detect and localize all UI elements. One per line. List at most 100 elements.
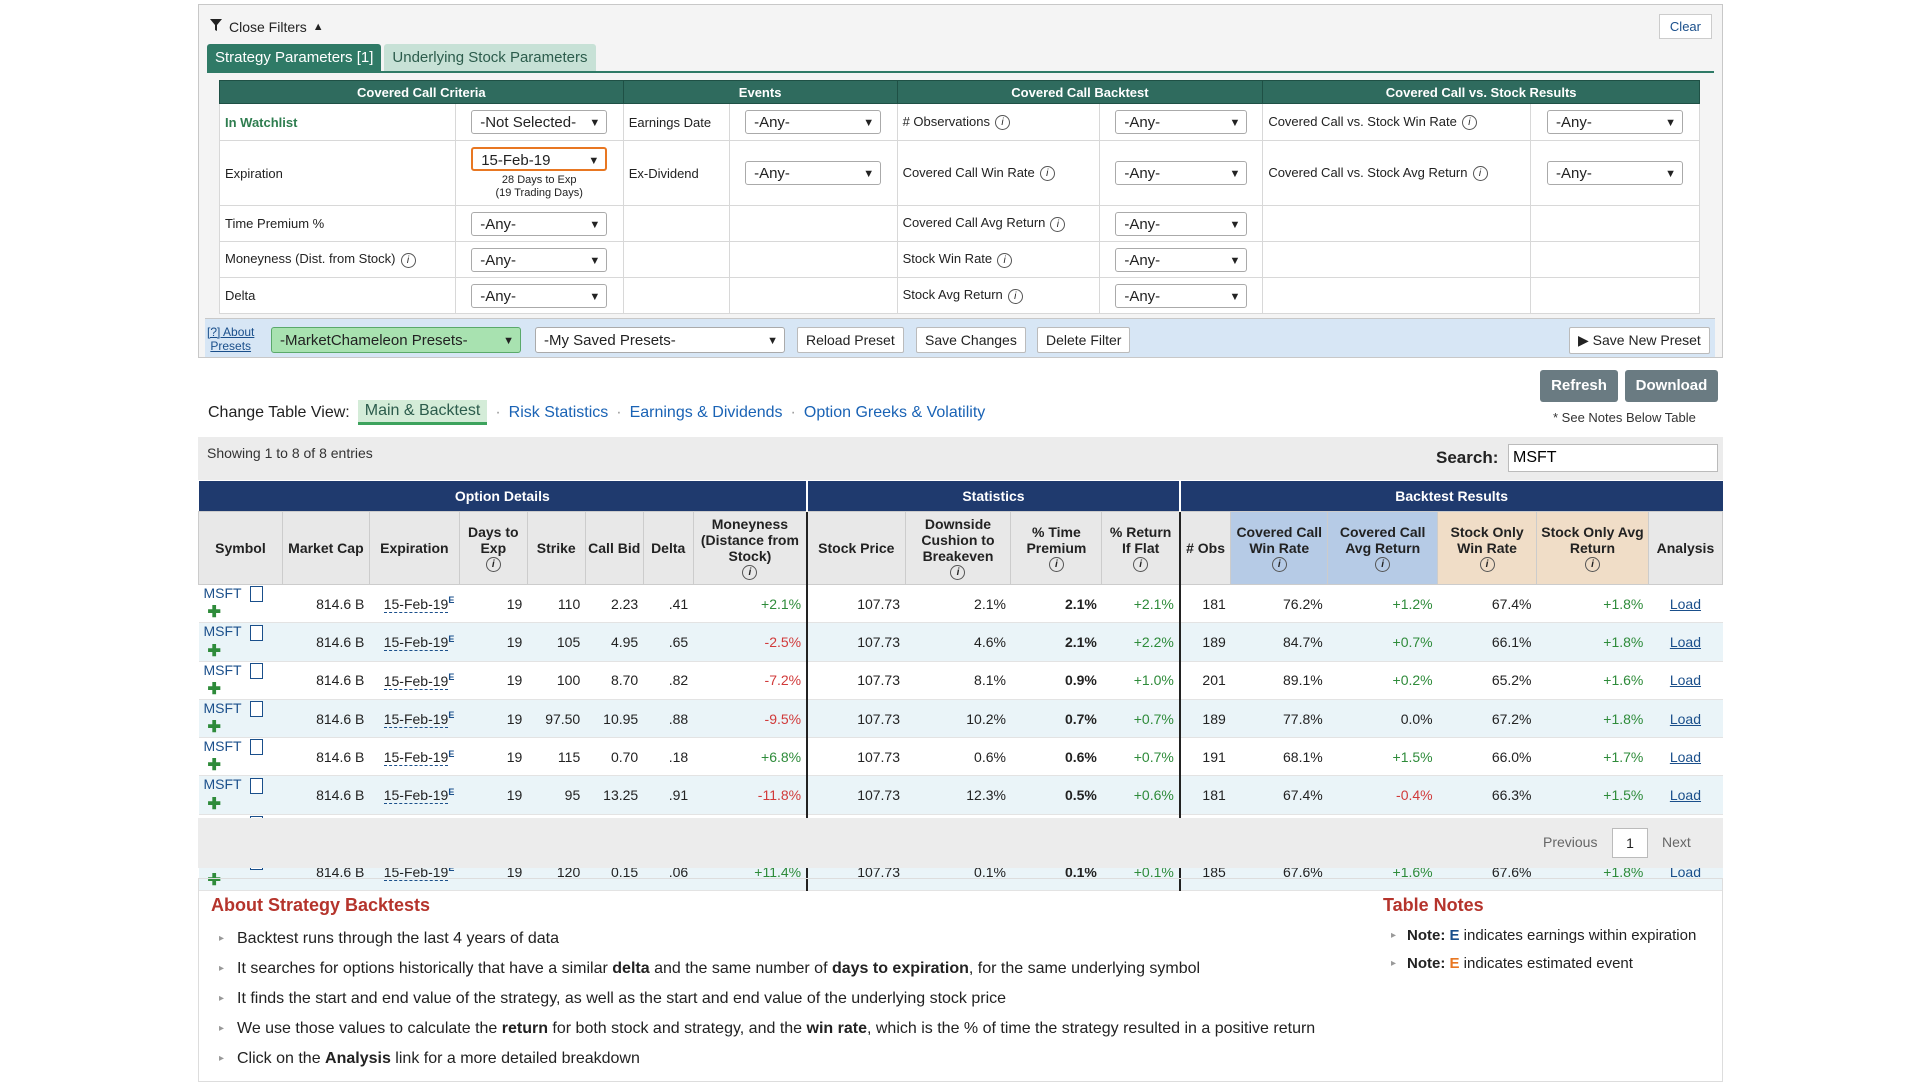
symbol-cell[interactable]: MSFT ✚: [198, 775, 283, 815]
info-icon[interactable]: i: [1007, 288, 1023, 304]
delete-filter-button[interactable]: Delete Filter: [1037, 327, 1131, 353]
col-stock-price[interactable]: Stock Price: [806, 511, 906, 585]
observations-select[interactable]: -Any- ▼: [1115, 110, 1248, 134]
stock-win-rate-select[interactable]: -Any- ▼: [1115, 247, 1248, 272]
load-link[interactable]: Load: [1648, 661, 1723, 700]
symbol-link[interactable]: MSFT: [204, 776, 242, 792]
expiration-select[interactable]: 15-Feb-19 ▼: [471, 146, 608, 171]
load-link[interactable]: Load: [1648, 737, 1723, 777]
col-cushion[interactable]: Downside Cushion to Breakeven i: [904, 511, 1012, 585]
previous-page-button[interactable]: Previous: [1543, 834, 1597, 850]
save-changes-button[interactable]: Save Changes: [916, 327, 1026, 353]
watchlist-select[interactable]: -Not Selected- ▼: [471, 110, 608, 134]
download-button[interactable]: Download: [1625, 370, 1718, 402]
load-link[interactable]: Load: [1648, 584, 1723, 624]
load-link[interactable]: Load: [1648, 622, 1723, 662]
stock-avg-return-select[interactable]: -Any- ▼: [1115, 283, 1248, 308]
page-1-button[interactable]: 1: [1612, 828, 1648, 858]
my-presets-select[interactable]: -My Saved Presets- ▼: [535, 327, 785, 353]
info-icon[interactable]: i: [1133, 557, 1149, 573]
info-icon[interactable]: i: [1039, 166, 1055, 182]
col-strike[interactable]: Strike: [526, 511, 586, 585]
document-icon[interactable]: [249, 624, 263, 641]
symbol-cell[interactable]: MSFT ✚: [198, 699, 283, 739]
close-filters-toggle[interactable]: Close Filters ▲: [209, 18, 324, 35]
document-icon[interactable]: [249, 777, 263, 794]
plus-icon[interactable]: ✚: [208, 796, 221, 813]
view-risk-statistics[interactable]: Risk Statistics: [509, 404, 609, 422]
info-icon[interactable]: i: [400, 252, 416, 268]
document-icon[interactable]: [249, 739, 263, 756]
plus-icon[interactable]: ✚: [208, 643, 221, 660]
cc-win-rate-select[interactable]: -Any- ▼: [1115, 161, 1248, 185]
view-earnings-dividends[interactable]: Earnings & Dividends: [630, 404, 783, 422]
symbol-link[interactable]: MSFT: [204, 738, 242, 754]
load-link[interactable]: Load: [1648, 775, 1723, 815]
plus-icon[interactable]: ✚: [208, 604, 221, 621]
delta-select[interactable]: -Any- ▼: [471, 283, 608, 308]
symbol-cell[interactable]: MSFT ✚: [198, 661, 283, 700]
symbol-cell[interactable]: MSFT ✚: [198, 737, 283, 777]
symbol-cell[interactable]: MSFT ✚: [198, 584, 283, 624]
col-stock-avg-return[interactable]: Stock Only Avg Return i: [1536, 511, 1649, 585]
symbol-link[interactable]: MSFT: [204, 662, 242, 678]
plus-icon[interactable]: ✚: [208, 719, 221, 736]
col-days-to-exp[interactable]: Days to Exp i: [458, 511, 528, 585]
search-input[interactable]: [1508, 444, 1718, 472]
col-market-cap[interactable]: Market Cap: [281, 511, 370, 585]
about-presets-link[interactable]: [?] About Presets: [207, 325, 254, 353]
col-moneyness[interactable]: Moneyness (Distance from Stock) i: [692, 511, 808, 585]
info-icon[interactable]: i: [1375, 557, 1391, 573]
info-icon[interactable]: i: [1048, 557, 1064, 573]
vs-avg-return-select[interactable]: -Any- ▼: [1546, 161, 1683, 185]
plus-icon[interactable]: ✚: [208, 757, 221, 774]
symbol-link[interactable]: MSFT: [204, 585, 242, 601]
info-icon[interactable]: i: [1271, 557, 1287, 573]
info-icon[interactable]: i: [1479, 557, 1495, 573]
col-cc-win-rate[interactable]: Covered Call Win Rate i: [1230, 511, 1329, 585]
col-call-bid[interactable]: Call Bid: [584, 511, 644, 585]
col-delta[interactable]: Delta: [642, 511, 694, 585]
clear-button[interactable]: Clear: [1658, 14, 1712, 39]
symbol-link[interactable]: MSFT: [204, 623, 242, 639]
col-time-premium[interactable]: % Time Premium i: [1010, 511, 1103, 585]
view-option-greeks[interactable]: Option Greeks & Volatility: [804, 404, 985, 422]
symbol-link[interactable]: MSFT: [204, 700, 242, 716]
load-link[interactable]: Load: [1648, 699, 1723, 739]
ex-dividend-select[interactable]: -Any- ▼: [745, 161, 882, 185]
reload-preset-button[interactable]: Reload Preset: [797, 327, 904, 353]
col-obs[interactable]: # Obs: [1178, 511, 1232, 585]
mc-presets-select[interactable]: -MarketChameleon Presets- ▼: [271, 327, 521, 353]
tab-underlying-stock-parameters[interactable]: Underlying Stock Parameters: [384, 44, 596, 71]
cc-avg-return-select[interactable]: -Any- ▼: [1115, 211, 1248, 236]
next-page-button[interactable]: Next: [1662, 834, 1691, 850]
info-icon[interactable]: i: [742, 565, 758, 581]
ex-dividend-label: Ex-Dividend: [622, 140, 730, 206]
col-stock-win-rate[interactable]: Stock Only Win Rate i: [1437, 511, 1538, 585]
info-icon[interactable]: i: [1461, 115, 1477, 131]
vs-win-rate-select[interactable]: -Any- ▼: [1546, 110, 1683, 134]
time-premium-select[interactable]: -Any- ▼: [471, 211, 608, 236]
document-icon[interactable]: [249, 701, 263, 718]
info-icon[interactable]: i: [1050, 216, 1066, 232]
symbol-cell[interactable]: MSFT ✚: [198, 622, 283, 662]
info-icon[interactable]: i: [485, 557, 501, 573]
col-expiration[interactable]: Expiration: [368, 511, 460, 585]
plus-icon[interactable]: ✚: [208, 681, 221, 698]
document-icon[interactable]: [249, 662, 263, 679]
save-new-preset-button[interactable]: ▶ Save New Preset: [1569, 327, 1710, 354]
info-icon[interactable]: i: [995, 115, 1010, 131]
view-main-backtest[interactable]: Main & Backtest: [357, 400, 488, 425]
info-icon[interactable]: i: [950, 565, 966, 581]
col-cc-avg-return[interactable]: Covered Call Avg Return i: [1327, 511, 1439, 585]
tab-strategy-parameters[interactable]: Strategy Parameters [1]: [207, 44, 382, 71]
col-symbol[interactable]: Symbol: [198, 511, 283, 585]
refresh-button[interactable]: Refresh: [1540, 370, 1618, 402]
earnings-date-select[interactable]: -Any- ▼: [745, 110, 882, 134]
col-return-if-flat[interactable]: % Return If Flat i: [1101, 511, 1181, 585]
moneyness-select[interactable]: -Any- ▼: [471, 247, 608, 272]
info-icon[interactable]: i: [1472, 166, 1488, 182]
info-icon[interactable]: i: [997, 252, 1013, 268]
document-icon[interactable]: [249, 586, 263, 603]
info-icon[interactable]: i: [1584, 557, 1600, 573]
